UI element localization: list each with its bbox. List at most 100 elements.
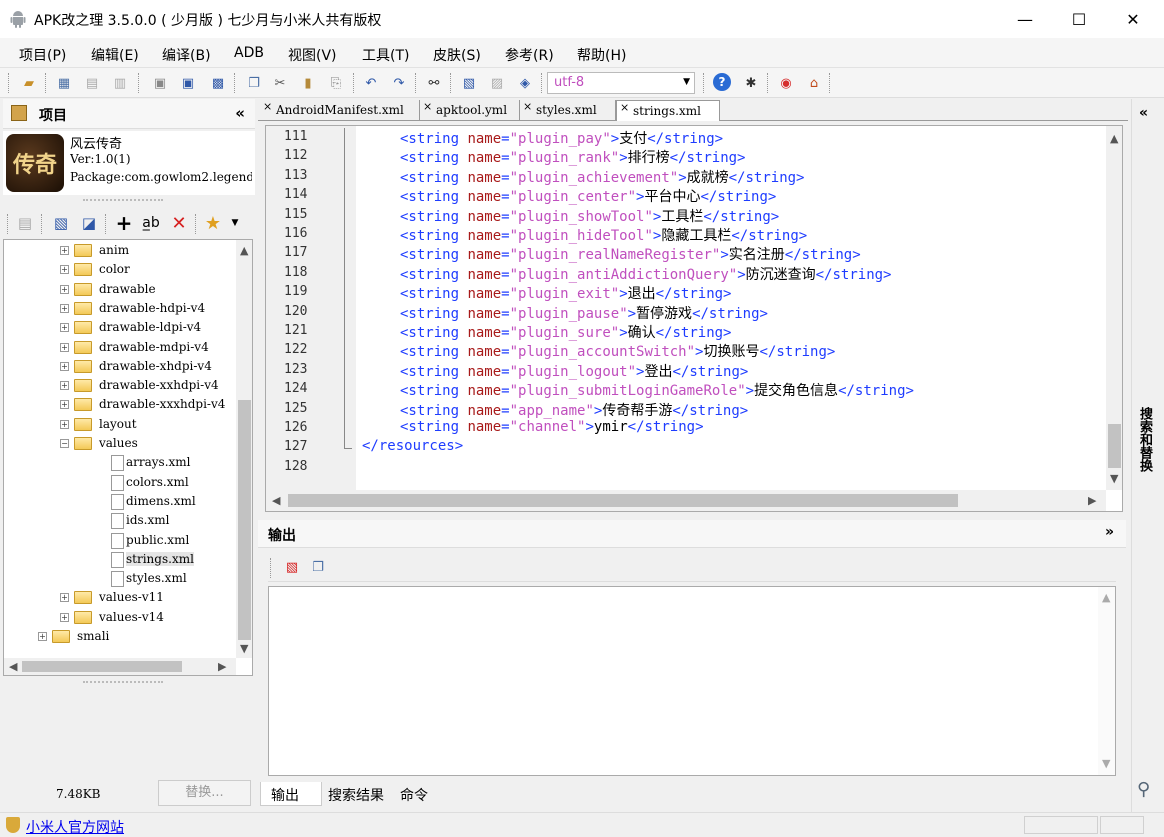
expand-icon[interactable]: + <box>60 323 69 333</box>
code-line[interactable]: <string name="plugin_pay">支付</string> <box>400 128 723 148</box>
menu-view[interactable]: 视图(V) <box>288 45 337 65</box>
scroll-right-icon[interactable]: ▶ <box>218 660 226 673</box>
tree-folder[interactable]: + layout <box>4 416 236 435</box>
tree-vertical-scrollbar[interactable]: ▲ ▼ <box>236 240 252 658</box>
expand-icon[interactable]: + <box>38 632 47 641</box>
menu-help[interactable]: 帮助(H) <box>577 45 626 65</box>
export-icon[interactable]: ▩ <box>208 73 228 93</box>
close-button[interactable]: ✕ <box>1110 0 1156 38</box>
scroll-up-icon[interactable]: ▲ <box>240 244 248 257</box>
star-icon[interactable]: ★ <box>203 213 223 234</box>
expand-icon[interactable]: + <box>60 381 69 391</box>
tree-file[interactable]: dimens.xml <box>4 493 236 512</box>
tree-folder[interactable]: + drawable-xhdpi-v4 <box>4 358 236 377</box>
refresh-icon[interactable]: ◪ <box>79 213 99 233</box>
code-horizontal-scrollbar[interactable]: ◀ ▶ <box>266 490 1106 511</box>
tree-file[interactable]: styles.xml <box>4 570 236 589</box>
paste-icon[interactable]: ▮ <box>298 73 318 93</box>
expand-icon[interactable]: + <box>60 612 69 622</box>
tree-file[interactable]: public.xml <box>4 532 236 551</box>
find-replace-icon[interactable]: ⎘ <box>326 73 346 93</box>
code-hscroll-thumb[interactable] <box>288 494 958 507</box>
tree-horizontal-scrollbar[interactable]: ◀ ▶ <box>4 658 236 675</box>
code-line[interactable]: <string name="plugin_hideTool">隐藏工具栏</st… <box>400 225 807 245</box>
scroll-down-icon[interactable]: ▼ <box>240 642 248 655</box>
bug-icon[interactable]: ✱ <box>741 73 761 93</box>
save-all-icon[interactable]: ▣ <box>178 73 198 93</box>
output-scrollbar[interactable]: ▲ ▼ <box>1098 587 1115 775</box>
open-folder-icon[interactable]: ▰ <box>19 73 39 93</box>
tab-command[interactable]: 命令 <box>390 782 448 806</box>
tree-file[interactable]: ids.xml <box>4 512 236 531</box>
tree-folder[interactable]: + drawable-mdpi-v4 <box>4 339 236 358</box>
code-editor[interactable]: 111 <string name="plugin_pay">支付</string>… <box>265 125 1123 512</box>
code-line[interactable]: <string name="plugin_realNameRegister">实… <box>400 244 861 264</box>
code-vertical-scrollbar[interactable]: ▲ ▼ <box>1106 126 1122 490</box>
binoculars-icon[interactable]: ⚯ <box>424 73 444 93</box>
tab-styles[interactable]: × styles.xml <box>520 100 616 121</box>
menu-skin[interactable]: 皮肤(S) <box>433 45 481 65</box>
scroll-up-icon[interactable]: ▲ <box>1110 132 1118 145</box>
code-line[interactable]: <string name="plugin_antiAddictionQuery"… <box>400 264 891 284</box>
expand-icon[interactable]: + <box>60 303 69 313</box>
redo-icon[interactable]: ↷ <box>389 73 409 93</box>
scroll-up-icon[interactable]: ▲ <box>1102 591 1110 604</box>
expand-icon[interactable]: + <box>60 361 69 371</box>
copy-icon[interactable]: ❐ <box>244 73 264 93</box>
scroll-down-icon[interactable]: ▼ <box>1102 757 1110 770</box>
tree-folder[interactable]: + color <box>4 261 236 280</box>
menu-tools[interactable]: 工具(T) <box>362 45 409 65</box>
document-icon[interactable]: ▤ <box>15 213 35 233</box>
close-tab-icon[interactable]: × <box>620 101 629 114</box>
code-line[interactable]: <string name="plugin_submitLoginGameRole… <box>400 380 914 400</box>
scroll-down-icon[interactable]: ▼ <box>1110 472 1118 485</box>
tree-folder[interactable]: + drawable-ldpi-v4 <box>4 319 236 338</box>
menu-edit[interactable]: 编辑(E) <box>91 45 139 65</box>
cut-icon[interactable]: ✂ <box>270 73 290 93</box>
add-file-icon[interactable]: ▧ <box>51 213 71 233</box>
copy-icon[interactable]: ❐ <box>308 557 328 577</box>
menu-build[interactable]: 编译(B) <box>162 45 211 65</box>
expand-icon[interactable]: + <box>60 400 69 410</box>
replace-button[interactable]: 替换... <box>158 780 251 806</box>
calendar-icon[interactable]: ▦ <box>54 73 74 93</box>
menu-reference[interactable]: 参考(R) <box>505 45 554 65</box>
code-scroll-thumb[interactable] <box>1108 424 1121 468</box>
splitter-grip[interactable] <box>83 199 163 205</box>
sign-icon[interactable]: ▨ <box>487 73 507 93</box>
code-line[interactable]: <string name="plugin_rank">排行榜</string> <box>400 147 745 167</box>
tree-file[interactable]: strings.xml <box>4 551 236 570</box>
documents-icon[interactable]: ▥ <box>110 73 130 93</box>
tab-output[interactable]: 输出 <box>260 782 322 806</box>
clear-output-icon[interactable]: ▧ <box>282 557 302 577</box>
collapse-left-button[interactable]: « <box>235 104 245 122</box>
tree-folder[interactable]: + drawable <box>4 281 236 300</box>
tree-folder[interactable]: + drawable-xxhdpi-v4 <box>4 377 236 396</box>
expand-icon[interactable]: + <box>60 284 69 294</box>
output-text-area[interactable]: ▲ ▼ <box>268 586 1116 776</box>
tab-apktool[interactable]: × apktool.yml <box>420 100 520 121</box>
encoding-select[interactable]: utf-8 ▼ <box>547 72 695 94</box>
search-replace-label[interactable]: 搜索和替换 <box>1137 407 1154 472</box>
code-line[interactable]: </resources> <box>362 438 463 454</box>
tree-scroll-thumb[interactable] <box>238 400 251 640</box>
expand-right-button[interactable]: « <box>1139 105 1148 121</box>
tree-folder[interactable]: + values-v14 <box>4 609 236 628</box>
collapse-output-button[interactable]: » <box>1105 524 1114 540</box>
search-icon[interactable]: ⚲ <box>1137 779 1150 800</box>
home-icon[interactable]: ⌂ <box>804 73 824 93</box>
code-line[interactable]: <string name="plugin_logout">登出</string> <box>400 361 748 381</box>
menu-adb[interactable]: ADB <box>234 45 264 61</box>
close-tab-icon[interactable]: × <box>263 100 272 113</box>
delete-icon[interactable]: ✕ <box>169 213 189 234</box>
expand-icon[interactable]: + <box>60 342 69 352</box>
chevron-down-icon[interactable]: ▼ <box>225 213 245 233</box>
scroll-right-icon[interactable]: ▶ <box>1088 494 1096 507</box>
maximize-button[interactable]: ☐ <box>1056 0 1102 38</box>
expand-icon[interactable]: + <box>60 265 69 275</box>
code-line[interactable]: <string name="plugin_achievement">成就榜</s… <box>400 167 804 187</box>
tree-file[interactable]: arrays.xml <box>4 454 236 473</box>
tree-folder[interactable]: + values-v11 <box>4 589 236 608</box>
tree-folder[interactable]: + anim <box>4 242 236 261</box>
weibo-icon[interactable]: ◉ <box>776 73 796 93</box>
